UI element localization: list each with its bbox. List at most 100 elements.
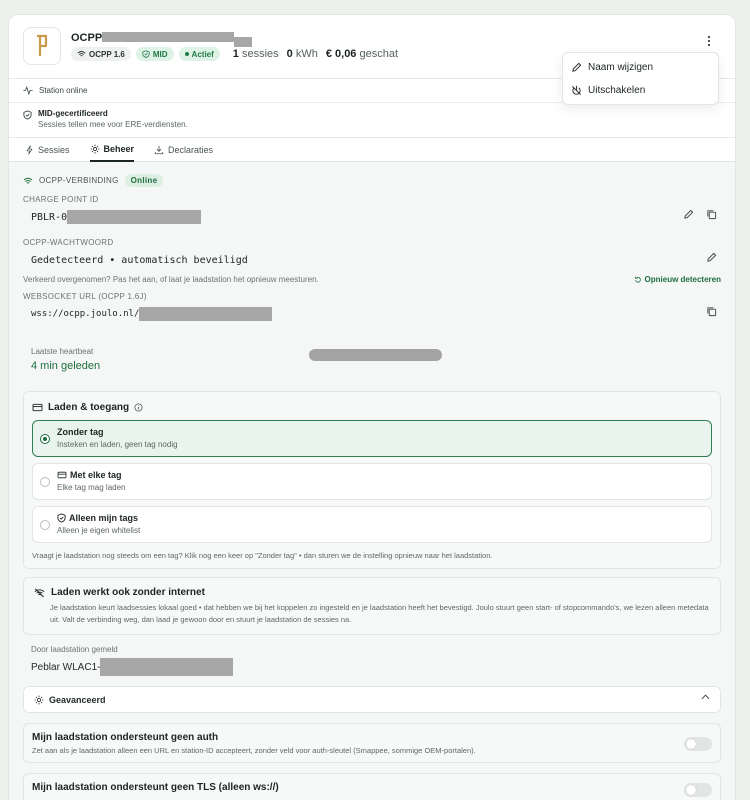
gear-icon bbox=[34, 695, 44, 704]
redacted-reported bbox=[100, 658, 234, 676]
station-page: OCPP OCPP 1.6 MID Actief 1 sessies 0 kWh… bbox=[8, 14, 736, 800]
shield-check-icon bbox=[142, 50, 150, 58]
options-menu: Naam wijzigen Uitschakelen bbox=[562, 52, 719, 105]
copy-icon bbox=[707, 210, 717, 220]
active-dot-icon bbox=[184, 52, 189, 56]
station-logo bbox=[23, 27, 61, 65]
charge-point-row: PBLR-0 bbox=[23, 204, 721, 230]
redacted-charge-point bbox=[67, 210, 202, 224]
mid-subtitle: Sessies tellen mee voor ERE-verdiensten. bbox=[38, 120, 188, 129]
menu-disable[interactable]: Uitschakelen bbox=[563, 79, 718, 102]
option-title: Alleen mijn tags bbox=[69, 513, 139, 523]
reported-label: Door laadstation gemeld bbox=[31, 645, 118, 654]
no-tls-toggle[interactable] bbox=[684, 783, 712, 797]
card-icon bbox=[57, 471, 67, 479]
redacted-title bbox=[102, 32, 235, 42]
radio-met-elke-tag[interactable] bbox=[40, 477, 50, 487]
station-title-row: OCPP bbox=[71, 29, 253, 47]
reported-value-row: Peblar WLAC1- bbox=[31, 658, 713, 676]
copy-charge-point-button[interactable] bbox=[706, 209, 717, 220]
peblar-logo-icon bbox=[37, 34, 48, 56]
beheer-content: OCPP-VERBINDING Online CHARGE POINT ID P… bbox=[9, 162, 735, 800]
station-title: OCPP bbox=[71, 32, 103, 44]
mid-badge: MID bbox=[135, 47, 174, 61]
advanced-title: Geavanceerd bbox=[49, 694, 106, 705]
setting-no-auth: Mijn laadstation ondersteunt geen auth Z… bbox=[23, 723, 721, 763]
ocpp-connection-heading: OCPP-VERBINDING Online bbox=[23, 174, 721, 187]
mid-certified-box: MID-gecertificeerd Sessies tellen mee vo… bbox=[23, 103, 721, 137]
redacted-title-2 bbox=[234, 37, 253, 47]
pencil-icon bbox=[572, 62, 582, 72]
heartbeat-block: Laatste heartbeat 4 min geleden bbox=[23, 347, 721, 377]
offline-text: Je laadstation keurt laadsessies lokaal … bbox=[50, 603, 709, 624]
ocpp-badge: OCPP 1.6 bbox=[71, 47, 131, 61]
activity-icon bbox=[23, 86, 33, 95]
redetect-button[interactable]: Opnieuw detecteren bbox=[634, 275, 721, 284]
option-met-elke-tag[interactable]: Met elke tag Elke tag mag laden bbox=[32, 463, 712, 500]
websocket-row: wss://ocpp.joulo.nl/ bbox=[23, 301, 721, 327]
refresh-icon bbox=[634, 276, 641, 283]
tab-bar: Sessies Beheer Declaraties bbox=[9, 138, 735, 162]
tab-beheer[interactable]: Beheer bbox=[89, 138, 135, 162]
redacted-websocket bbox=[139, 307, 273, 321]
download-icon bbox=[154, 145, 164, 154]
menu-rename[interactable]: Naam wijzigen bbox=[563, 56, 718, 79]
shield-check-icon bbox=[23, 110, 32, 120]
online-pill: Online bbox=[124, 174, 164, 187]
access-title: Laden & toegang bbox=[32, 400, 712, 414]
option-subtitle: Elke tag mag laden bbox=[57, 483, 126, 492]
option-alleen-mijn-tags[interactable]: Alleen mijn tags Alleen je eigen whiteli… bbox=[32, 506, 712, 543]
password-value: Gedetecteerd • automatisch beveiligd bbox=[31, 254, 248, 266]
bolt-icon bbox=[26, 144, 33, 155]
access-card: Laden & toegang Zonder tag Insteken en l… bbox=[23, 391, 721, 569]
info-icon bbox=[134, 402, 143, 412]
edit-charge-point-button[interactable] bbox=[683, 209, 694, 220]
pencil-icon bbox=[684, 209, 694, 219]
setting-title: Mijn laadstation ondersteunt geen auth bbox=[32, 732, 219, 743]
option-subtitle: Alleen je eigen whitelist bbox=[57, 526, 141, 535]
tab-declaraties[interactable]: Declaraties bbox=[154, 138, 213, 162]
power-off-icon bbox=[572, 85, 581, 95]
websocket-label: WEBSOCKET URL (OCPP 1.6J) bbox=[23, 292, 147, 301]
password-hint: Verkeerd overgenomen? Pas het aan, of la… bbox=[23, 275, 319, 284]
charge-point-label: CHARGE POINT ID bbox=[23, 195, 99, 204]
option-subtitle: Insteken en laden, geen tag nodig bbox=[57, 440, 178, 449]
wifi-off-icon bbox=[34, 588, 45, 597]
radio-zonder-tag[interactable] bbox=[40, 434, 50, 444]
offline-card: Laden werkt ook zonder internet Je laads… bbox=[23, 577, 721, 635]
radio-alleen-mijn-tags[interactable] bbox=[40, 520, 50, 530]
gear-icon bbox=[90, 144, 99, 153]
edit-password-button[interactable] bbox=[706, 252, 717, 263]
charge-point-value: PBLR-0 bbox=[31, 211, 68, 223]
access-footer: Vraagt je laadstation nog steeds om een … bbox=[32, 551, 493, 560]
wifi-icon bbox=[77, 51, 86, 57]
station-stats: 1 sessies 0 kWh € 0,06 geschat bbox=[232, 48, 399, 60]
setting-title: Mijn laadstation ondersteunt geen TLS (a… bbox=[32, 782, 279, 793]
no-auth-toggle[interactable] bbox=[684, 737, 712, 751]
copy-icon bbox=[707, 307, 717, 317]
redacted-heartbeat-bar bbox=[309, 349, 442, 361]
setting-subtitle: Zet aan als je laadstation alleen een UR… bbox=[32, 746, 476, 755]
shield-check-icon bbox=[57, 513, 66, 523]
option-title: Zonder tag bbox=[57, 427, 104, 437]
copy-websocket-button[interactable] bbox=[706, 306, 717, 317]
offline-title: Laden werkt ook zonder internet bbox=[34, 587, 710, 598]
advanced-toggle[interactable]: Geavanceerd bbox=[23, 686, 721, 713]
mid-title: MID-gecertificeerd bbox=[38, 109, 108, 118]
password-hint-row: Verkeerd overgenomen? Pas het aan, of la… bbox=[23, 275, 721, 284]
more-options-button[interactable] bbox=[701, 33, 717, 49]
station-badges: OCPP 1.6 MID Actief 1 sessies 0 kWh € 0,… bbox=[71, 47, 398, 61]
password-row: Gedetecteerd • automatisch beveiligd bbox=[23, 247, 721, 273]
reported-block: Door laadstation gemeld Peblar WLAC1- bbox=[23, 635, 721, 676]
password-label: OCPP-WACHTWOORD bbox=[23, 238, 114, 247]
option-title-row: Met elke tag bbox=[57, 470, 711, 480]
setting-no-tls: Mijn laadstation ondersteunt geen TLS (a… bbox=[23, 773, 721, 800]
reported-value: Peblar WLAC1- bbox=[31, 661, 101, 673]
pencil-icon bbox=[707, 252, 717, 262]
card-icon bbox=[32, 403, 43, 411]
chevron-up-icon bbox=[701, 694, 710, 700]
tab-sessies[interactable]: Sessies bbox=[25, 138, 70, 162]
option-title-row: Alleen mijn tags bbox=[57, 513, 711, 523]
websocket-value: wss://ocpp.joulo.nl/ bbox=[31, 309, 140, 319]
option-zonder-tag[interactable]: Zonder tag Insteken en laden, geen tag n… bbox=[32, 420, 712, 457]
